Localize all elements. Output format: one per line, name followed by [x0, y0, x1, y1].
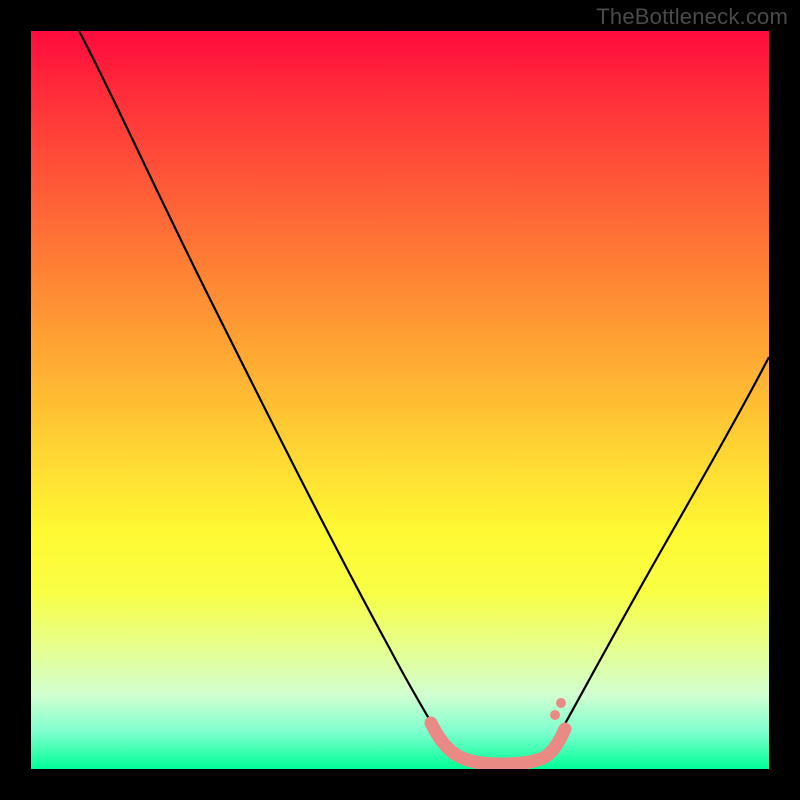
left-descent-curve — [79, 31, 436, 731]
curves-layer — [31, 31, 769, 769]
valley-marker — [431, 723, 565, 764]
right-ascent-curve — [561, 357, 769, 731]
chart-frame: TheBottleneck.com — [0, 0, 800, 800]
valley-dot — [559, 723, 571, 735]
watermark-text: TheBottleneck.com — [596, 4, 788, 30]
valley-dot — [550, 710, 560, 720]
valley-dot — [556, 698, 566, 708]
valley-dot — [425, 717, 437, 729]
plot-area — [31, 31, 769, 769]
